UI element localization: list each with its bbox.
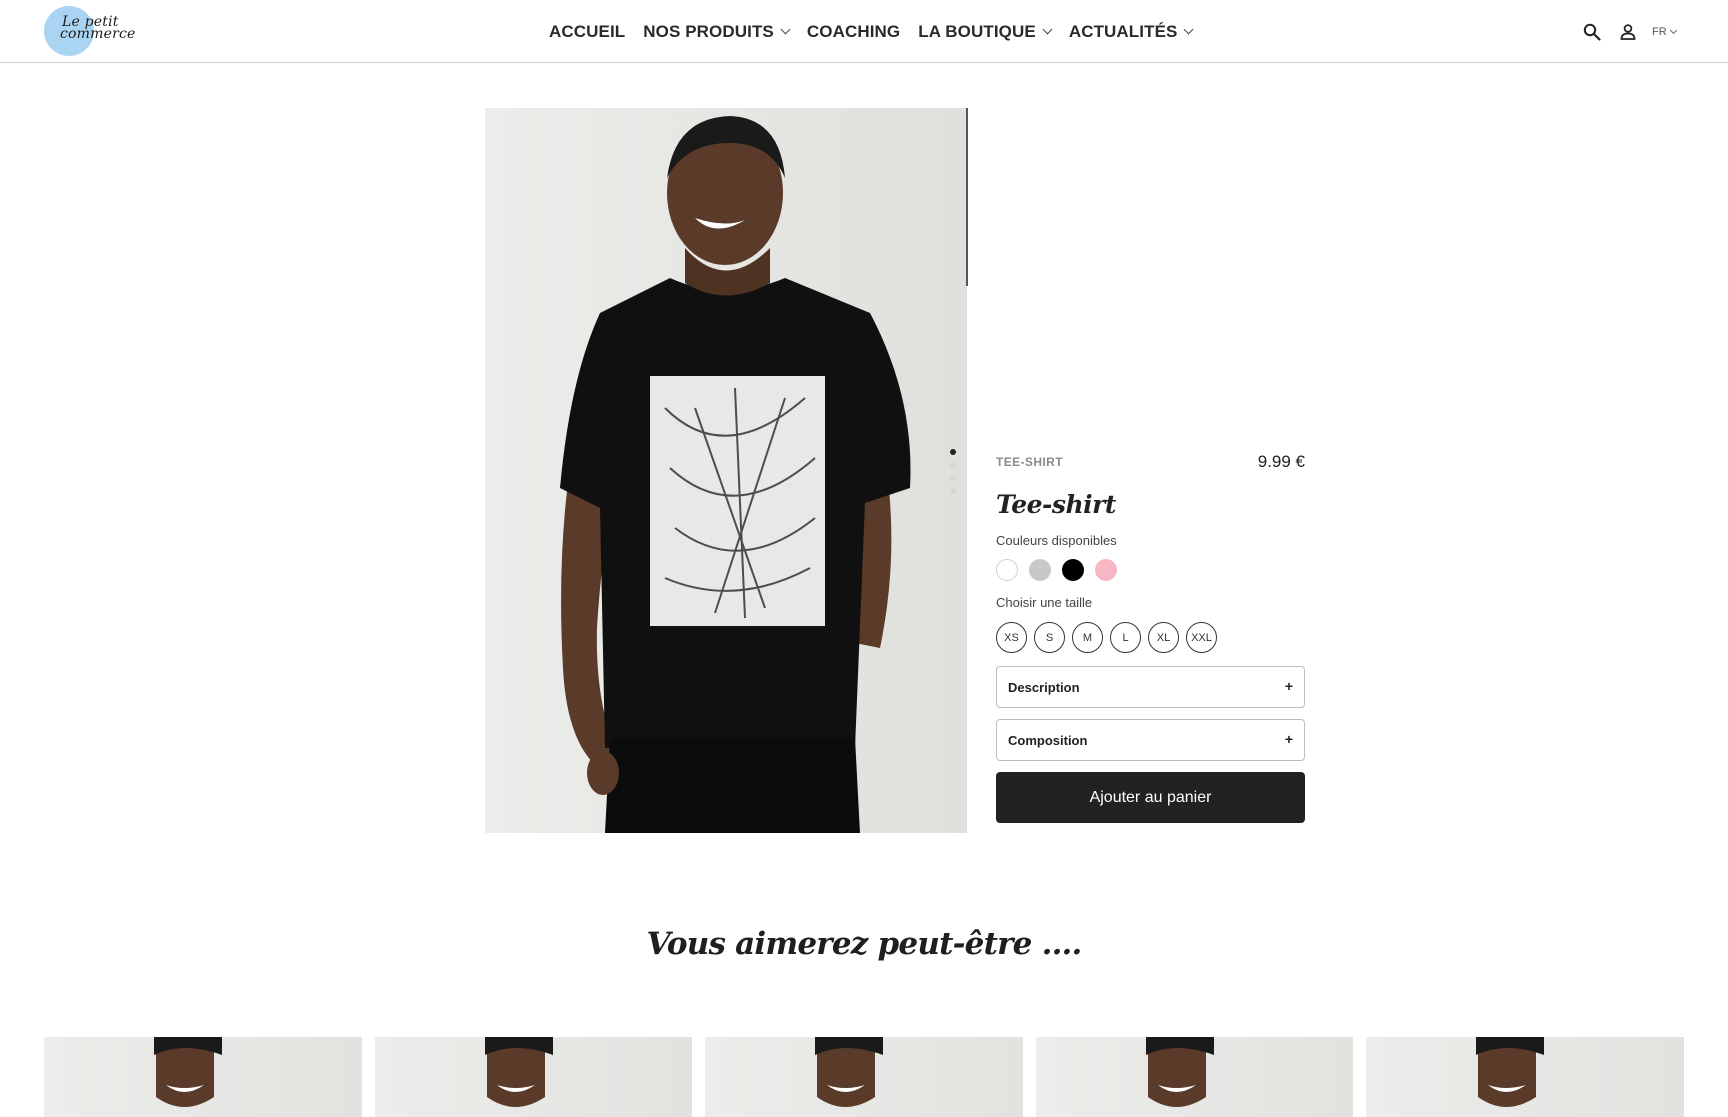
- color-swatches: [996, 559, 1305, 581]
- language-label: FR: [1652, 26, 1667, 38]
- image-pagination: [950, 449, 958, 501]
- nav-item-la-boutique[interactable]: LA BOUTIQUE: [918, 22, 1053, 42]
- product-photo-illustration: [560, 116, 911, 833]
- image-scrollbar[interactable]: [966, 108, 968, 286]
- related-product-card[interactable]: [1366, 1037, 1684, 1117]
- nav-label: NOS PRODUITS: [643, 22, 774, 41]
- nav-item-nos-produits[interactable]: NOS PRODUITS: [643, 22, 791, 42]
- color-swatch-black[interactable]: [1062, 559, 1084, 581]
- chevron-down-icon: [780, 24, 791, 35]
- product-image[interactable]: [485, 108, 967, 833]
- plus-icon: +: [1284, 731, 1293, 747]
- nav-label: ACTUALITÉS: [1068, 22, 1178, 41]
- logo-text: Le petit commerce: [60, 15, 136, 42]
- colors-label: Couleurs disponibles: [996, 533, 1117, 548]
- nav-item-coaching[interactable]: COACHING: [807, 22, 900, 42]
- composition-accordion[interactable]: Composition +: [996, 719, 1305, 761]
- size-option-xxl[interactable]: XXL: [1186, 622, 1217, 653]
- size-option-m[interactable]: M: [1072, 622, 1103, 653]
- accordion-label: Description: [1008, 680, 1080, 695]
- product-title: Tee-shirt: [996, 490, 1116, 519]
- product-price: 9.99 €: [1257, 452, 1305, 471]
- nav-label: COACHING: [806, 22, 901, 41]
- header-actions: FR: [1580, 20, 1677, 44]
- chevron-down-icon: [1042, 24, 1053, 35]
- product-thumbnail: [484, 1037, 553, 1107]
- product-thumbnail: [1476, 1037, 1545, 1107]
- image-dot-1[interactable]: [950, 449, 956, 455]
- chevron-down-icon: [1184, 24, 1194, 35]
- main-nav: ACCUEIL NOS PRODUITS COACHING LA BOUTIQU…: [549, 20, 1210, 44]
- category-price-row: TEE-SHIRT 9.99 €: [996, 452, 1305, 474]
- image-dot-3[interactable]: [950, 475, 956, 481]
- logo[interactable]: Le petit commerce: [44, 6, 136, 56]
- color-swatch-white[interactable]: [996, 559, 1018, 581]
- size-option-xl[interactable]: XL: [1148, 622, 1179, 653]
- chevron-down-icon: [1669, 26, 1677, 35]
- site-header: Le petit commerce ACCUEIL NOS PRODUITS C…: [0, 0, 1728, 63]
- product-thumbnail: [815, 1037, 884, 1107]
- product-thumbnail: [154, 1037, 222, 1107]
- product-category: TEE-SHIRT: [996, 455, 1063, 469]
- related-product-card[interactable]: [1035, 1037, 1354, 1117]
- related-title: Vous aimerez peut-être ....: [646, 926, 1082, 962]
- image-dot-4[interactable]: [950, 488, 956, 494]
- logo-line-2: commerce: [60, 26, 136, 42]
- user-icon[interactable]: [1616, 20, 1640, 44]
- nav-item-actualites[interactable]: ACTUALITÉS: [1068, 22, 1194, 42]
- size-option-s[interactable]: S: [1034, 622, 1065, 653]
- related-product-card[interactable]: [374, 1037, 693, 1117]
- size-options: XS S M L XL XXL: [996, 622, 1305, 653]
- language-selector[interactable]: FR: [1652, 26, 1677, 38]
- size-label: Choisir une taille: [996, 595, 1093, 610]
- product-thumbnail: [1145, 1037, 1214, 1107]
- related-product-card[interactable]: [705, 1037, 1023, 1117]
- add-to-cart-button[interactable]: Ajouter au panier: [996, 772, 1305, 823]
- product-info: TEE-SHIRT 9.99 € Tee-shirt Couleurs disp…: [996, 452, 1305, 823]
- nav-item-accueil[interactable]: ACCUEIL: [549, 22, 625, 42]
- description-accordion[interactable]: Description +: [996, 666, 1305, 708]
- nav-label: LA BOUTIQUE: [918, 22, 1036, 41]
- image-dot-2[interactable]: [950, 462, 956, 468]
- related-products: [44, 1037, 1684, 1117]
- nav-label: ACCUEIL: [549, 22, 626, 41]
- size-option-l[interactable]: L: [1110, 622, 1141, 653]
- plus-icon: +: [1284, 678, 1293, 694]
- accordion-label: Composition: [1008, 733, 1088, 748]
- color-swatch-grey[interactable]: [1029, 559, 1051, 581]
- size-option-xs[interactable]: XS: [996, 622, 1027, 653]
- color-swatch-pink[interactable]: [1095, 559, 1117, 581]
- related-product-card[interactable]: [44, 1037, 362, 1117]
- search-icon[interactable]: [1580, 20, 1604, 44]
